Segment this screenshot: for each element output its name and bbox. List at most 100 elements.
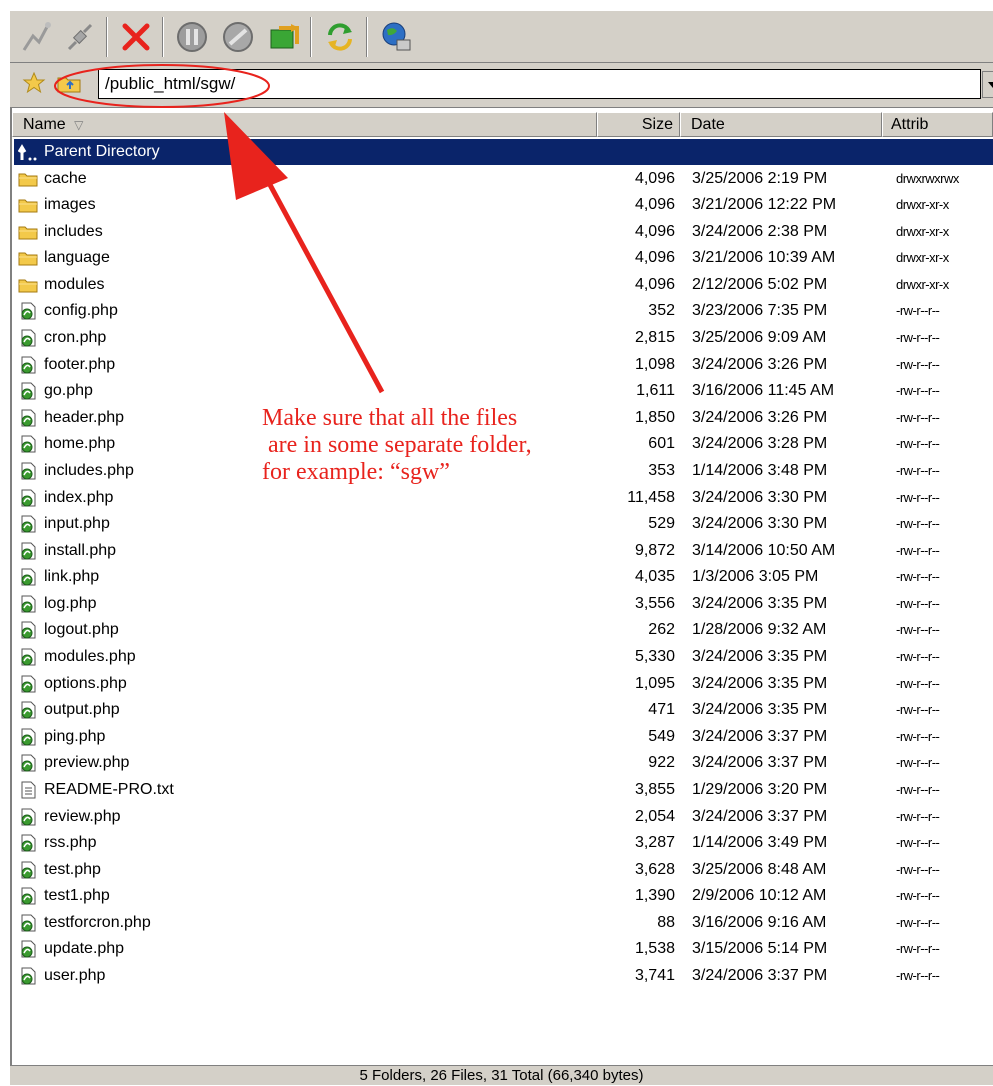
table-row[interactable]: language4,0963/21/2006 10:39 AMdrwxr-xr-… <box>14 245 993 271</box>
column-header-date[interactable]: Date <box>680 112 882 137</box>
file-attrib: -rw-r--r-- <box>896 564 939 590</box>
file-name: index.php <box>44 485 113 511</box>
table-row[interactable]: preview.php9223/24/2006 3:37 PM-rw-r--r-… <box>14 750 993 776</box>
table-row[interactable]: cache4,0963/25/2006 2:19 PMdrwxrwxrwx <box>14 166 993 192</box>
connect-icon[interactable] <box>16 17 56 57</box>
file-size: 9,872 <box>635 538 675 564</box>
status-text: 5 Folders, 26 Files, 31 Total (66,340 by… <box>359 1067 643 1084</box>
stop-icon[interactable] <box>218 17 258 57</box>
table-row[interactable]: cron.php2,8153/25/2006 9:09 AM-rw-r--r-- <box>14 325 993 351</box>
table-row[interactable]: modules4,0962/12/2006 5:02 PMdrwxr-xr-x <box>14 272 993 298</box>
file-name: cache <box>44 166 87 192</box>
toolbar-separator <box>106 17 108 57</box>
column-header-attrib[interactable]: Attrib <box>882 112 993 137</box>
file-date: 3/15/2006 5:14 PM <box>692 936 827 962</box>
text-file-icon <box>18 781 44 799</box>
table-row[interactable]: update.php1,5383/15/2006 5:14 PM-rw-r--r… <box>14 936 993 962</box>
table-row[interactable]: link.php4,0351/3/2006 3:05 PM-rw-r--r-- <box>14 564 993 590</box>
file-date: 1/14/2006 3:48 PM <box>692 458 827 484</box>
file-name: modules.php <box>44 644 136 670</box>
php-file-icon <box>18 542 44 560</box>
file-date: 3/24/2006 3:26 PM <box>692 352 827 378</box>
file-name-cell: modules.php <box>18 644 136 670</box>
file-name-cell: ping.php <box>18 724 105 750</box>
column-header-name[interactable]: Name ▽ <box>12 112 597 137</box>
file-size: 262 <box>648 617 675 643</box>
table-row[interactable]: config.php3523/23/2006 7:35 PM-rw-r--r-- <box>14 298 993 324</box>
table-row[interactable]: images4,0963/21/2006 12:22 PMdrwxr-xr-x <box>14 192 993 218</box>
file-date: 1/28/2006 9:32 AM <box>692 617 826 643</box>
file-size: 549 <box>648 724 675 750</box>
file-attrib: -rw-r--r-- <box>896 910 939 936</box>
file-date: 3/16/2006 11:45 AM <box>692 378 834 404</box>
file-name-cell: link.php <box>18 564 99 590</box>
folder-icon <box>18 196 44 214</box>
table-row[interactable]: user.php3,7413/24/2006 3:37 PM-rw-r--r-- <box>14 963 993 989</box>
file-name: images <box>44 192 96 218</box>
star-icon[interactable] <box>22 71 46 100</box>
php-file-icon <box>18 728 44 746</box>
disconnect-icon[interactable] <box>60 17 100 57</box>
file-name: language <box>44 245 110 271</box>
table-row[interactable]: footer.php1,0983/24/2006 3:26 PM-rw-r--r… <box>14 352 993 378</box>
file-date: 3/24/2006 2:38 PM <box>692 219 827 245</box>
table-row[interactable]: test.php3,6283/25/2006 8:48 AM-rw-r--r-- <box>14 857 993 883</box>
file-attrib: -rw-r--r-- <box>896 644 939 670</box>
site-manager-icon[interactable] <box>376 17 416 57</box>
file-size: 4,096 <box>635 166 675 192</box>
file-name: install.php <box>44 538 116 564</box>
table-row[interactable]: testforcron.php883/16/2006 9:16 AM-rw-r-… <box>14 910 993 936</box>
php-file-icon <box>18 621 44 639</box>
file-attrib: -rw-r--r-- <box>896 538 939 564</box>
folder-up-icon[interactable] <box>56 71 82 100</box>
column-header-date-label: Date <box>691 116 725 133</box>
file-name: header.php <box>44 405 124 431</box>
table-row[interactable]: input.php5293/24/2006 3:30 PM-rw-r--r-- <box>14 511 993 537</box>
table-row[interactable]: index.php11,4583/24/2006 3:30 PM-rw-r--r… <box>14 485 993 511</box>
file-name-cell: language <box>18 245 110 271</box>
column-header-size[interactable]: Size <box>597 112 680 137</box>
file-date: 3/24/2006 3:30 PM <box>692 485 827 511</box>
table-row[interactable]: README-PRO.txt3,8551/29/2006 3:20 PM-rw-… <box>14 777 993 803</box>
abort-icon[interactable] <box>116 17 156 57</box>
file-name-cell: home.php <box>18 431 115 457</box>
table-row[interactable]: log.php3,5563/24/2006 3:35 PM-rw-r--r-- <box>14 591 993 617</box>
table-row[interactable]: options.php1,0953/24/2006 3:35 PM-rw-r--… <box>14 671 993 697</box>
file-attrib: -rw-r--r-- <box>896 617 939 643</box>
table-row[interactable]: review.php2,0543/24/2006 3:37 PM-rw-r--r… <box>14 804 993 830</box>
file-name: footer.php <box>44 352 115 378</box>
file-size: 2,815 <box>635 325 675 351</box>
parent-directory-row[interactable]: Parent Directory <box>14 139 993 165</box>
table-row[interactable]: includes4,0963/24/2006 2:38 PMdrwxr-xr-x <box>14 219 993 245</box>
table-row[interactable]: install.php9,8723/14/2006 10:50 AM-rw-r-… <box>14 538 993 564</box>
table-row[interactable]: logout.php2621/28/2006 9:32 AM-rw-r--r-- <box>14 617 993 643</box>
toolbar-separator <box>162 17 164 57</box>
file-size: 1,611 <box>636 378 675 404</box>
file-date: 3/21/2006 12:22 PM <box>692 192 836 218</box>
file-size: 1,095 <box>635 671 675 697</box>
file-attrib: -rw-r--r-- <box>896 671 939 697</box>
file-name-cell: log.php <box>18 591 97 617</box>
file-date: 3/24/2006 3:26 PM <box>692 405 827 431</box>
file-attrib: drwxr-xr-x <box>896 219 949 245</box>
refresh-icon[interactable] <box>320 17 360 57</box>
file-attrib: -rw-r--r-- <box>896 857 939 883</box>
path-input[interactable]: /public_html/sgw/ <box>98 69 981 99</box>
path-dropdown-button[interactable] <box>982 71 993 98</box>
table-row[interactable]: modules.php5,3303/24/2006 3:35 PM-rw-r--… <box>14 644 993 670</box>
table-row[interactable]: rss.php3,2871/14/2006 3:49 PM-rw-r--r-- <box>14 830 993 856</box>
file-name-cell: testforcron.php <box>18 910 151 936</box>
file-size: 4,096 <box>635 245 675 271</box>
file-name-cell: modules <box>18 272 104 298</box>
file-attrib: -rw-r--r-- <box>896 804 939 830</box>
table-row[interactable]: ping.php5493/24/2006 3:37 PM-rw-r--r-- <box>14 724 993 750</box>
file-name-cell: cron.php <box>18 325 106 351</box>
file-date: 3/24/2006 3:35 PM <box>692 591 827 617</box>
pause-icon[interactable] <box>172 17 212 57</box>
transfer-icon[interactable] <box>264 17 304 57</box>
file-attrib: -rw-r--r-- <box>896 458 939 484</box>
table-row[interactable]: test1.php1,3902/9/2006 10:12 AM-rw-r--r-… <box>14 883 993 909</box>
table-row[interactable]: go.php1,6113/16/2006 11:45 AM-rw-r--r-- <box>14 378 993 404</box>
folder-icon <box>18 249 44 267</box>
table-row[interactable]: output.php4713/24/2006 3:35 PM-rw-r--r-- <box>14 697 993 723</box>
